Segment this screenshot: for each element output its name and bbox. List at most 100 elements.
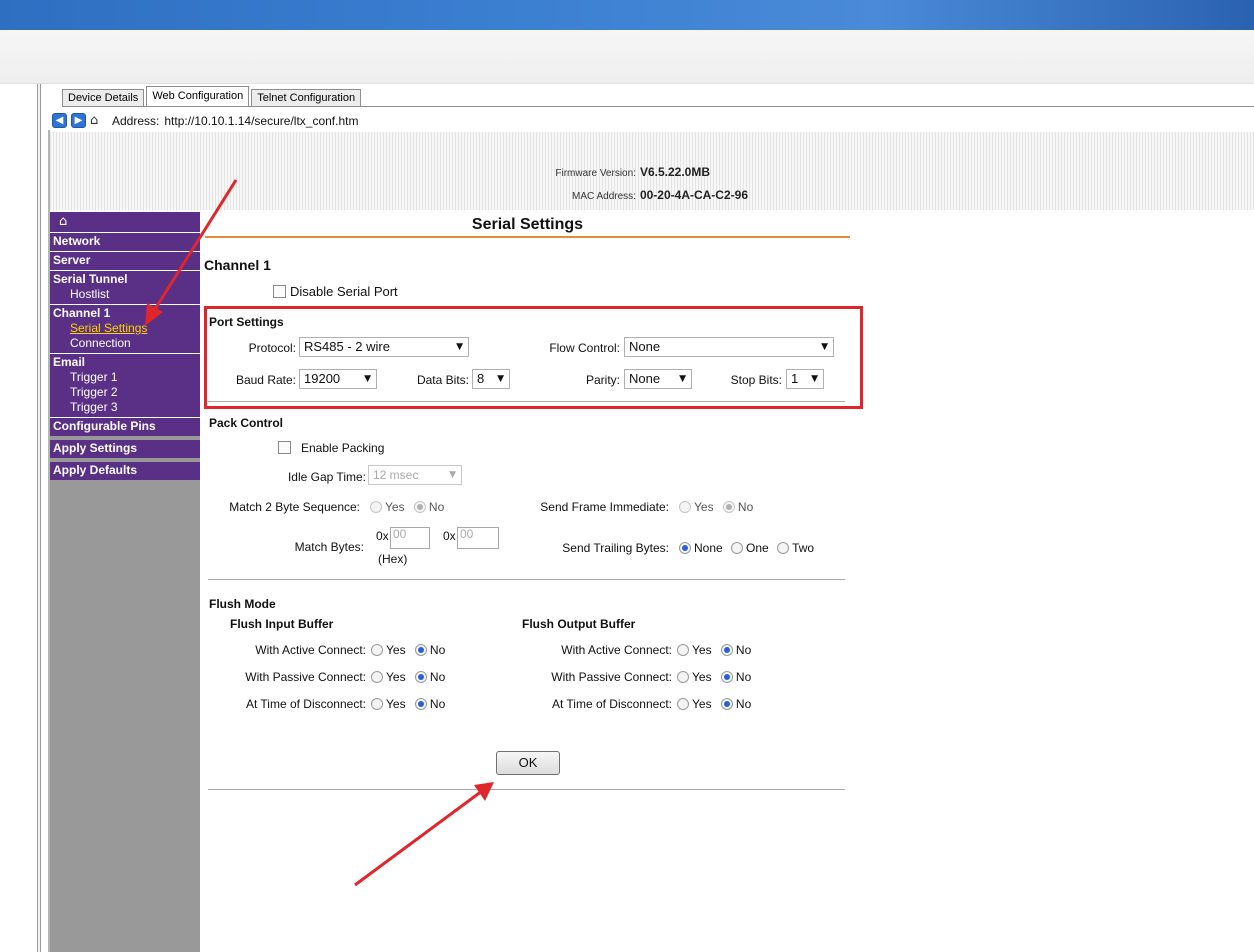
flush-mode-title: Flush Mode bbox=[209, 597, 276, 611]
output-disconnect-no-radio[interactable] bbox=[720, 698, 733, 710]
enable-packing-checkbox[interactable] bbox=[278, 441, 291, 454]
sidebar-item-trigger2[interactable]: Trigger 2 bbox=[50, 385, 200, 400]
enable-packing-label: Enable Packing bbox=[301, 441, 385, 455]
disable-serial-port-checkbox[interactable] bbox=[273, 285, 286, 298]
output-disconnect-label: At Time of Disconnect: bbox=[551, 697, 672, 711]
no-label: No bbox=[429, 697, 446, 711]
input-disconnect-yes-radio[interactable] bbox=[371, 698, 383, 710]
output-active-yes-radio[interactable] bbox=[677, 644, 689, 656]
sidebar-item-trigger3[interactable]: Trigger 3 bbox=[50, 400, 200, 415]
match-bytes-label: Match Bytes: bbox=[294, 540, 364, 554]
firmware-value: V6.5.22.0MB bbox=[639, 165, 710, 179]
firmware-row: Firmware Version: V6.5.22.0MB bbox=[430, 165, 710, 179]
sidebar-item-serial-settings[interactable]: Serial Settings bbox=[50, 321, 200, 336]
match-byte-2-input[interactable]: 00 bbox=[457, 527, 499, 549]
send-trailing-none-radio[interactable] bbox=[679, 542, 691, 554]
sidebar-group-channel1: Channel 1 Serial Settings Connection bbox=[50, 304, 200, 353]
match-byte-1-input[interactable]: 00 bbox=[390, 527, 430, 549]
output-passive-label: With Passive Connect: bbox=[551, 670, 672, 684]
home-icon[interactable]: ⌂ bbox=[90, 113, 106, 129]
send-frame-no-radio[interactable] bbox=[722, 501, 735, 513]
no-label: No bbox=[735, 697, 752, 711]
sidebar-item-server[interactable]: Server bbox=[50, 253, 200, 268]
none-label: None bbox=[694, 541, 723, 555]
mac-label: MAC Address: bbox=[572, 191, 636, 202]
input-passive-no-radio[interactable] bbox=[414, 671, 427, 683]
sidebar-item-trigger1[interactable]: Trigger 1 bbox=[50, 370, 200, 385]
no-label: No bbox=[428, 500, 445, 514]
send-trailing-one-radio[interactable] bbox=[731, 542, 744, 554]
disable-serial-port-label: Disable Serial Port bbox=[290, 284, 398, 299]
tab-baseline bbox=[62, 106, 1254, 107]
input-disconnect-no-radio[interactable] bbox=[414, 698, 427, 710]
sidebar-home-icon[interactable]: ⌂ bbox=[50, 212, 200, 232]
idle-gap-value: 12 msec bbox=[373, 468, 419, 482]
output-active-options: Yes No bbox=[677, 643, 751, 657]
no-label: No bbox=[735, 670, 752, 684]
send-frame-options: Yes No bbox=[679, 500, 753, 514]
hex-note: (Hex) bbox=[378, 552, 408, 566]
input-active-no-radio[interactable] bbox=[414, 644, 427, 656]
yes-label: Yes bbox=[692, 670, 712, 684]
sidebar-item-apply-defaults[interactable]: Apply Defaults bbox=[50, 463, 200, 478]
sidebar-item-network[interactable]: Network bbox=[50, 234, 200, 249]
sidebar-item-apply-settings[interactable]: Apply Settings bbox=[50, 441, 200, 456]
back-arrow-icon[interactable]: ◀ bbox=[52, 113, 67, 128]
input-disconnect-options: Yes No bbox=[371, 697, 445, 711]
sidebar-item-serial-tunnel[interactable]: Serial Tunnel bbox=[50, 272, 200, 287]
no-label: No bbox=[737, 500, 754, 514]
input-active-options: Yes No bbox=[371, 643, 445, 657]
sidebar-group-apply-defaults: Apply Defaults bbox=[50, 462, 200, 480]
no-label: No bbox=[429, 643, 446, 657]
send-trailing-options: None One Two bbox=[679, 541, 814, 555]
output-passive-yes-radio[interactable] bbox=[677, 671, 689, 683]
chevron-down-icon: ▼ bbox=[449, 470, 456, 480]
yes-label: Yes bbox=[386, 670, 406, 684]
forward-arrow-icon[interactable]: ▶ bbox=[71, 113, 86, 128]
tab-telnet-configuration[interactable]: Telnet Configuration bbox=[251, 89, 362, 107]
one-label: One bbox=[746, 541, 769, 555]
disable-serial-port-row: Disable Serial Port bbox=[273, 284, 398, 299]
match-seq-yes-radio[interactable] bbox=[370, 501, 382, 513]
input-passive-options: Yes No bbox=[371, 670, 445, 684]
yes-label: Yes bbox=[694, 500, 714, 514]
hex-prefix-2: 0x bbox=[443, 529, 456, 543]
output-passive-no-radio[interactable] bbox=[720, 671, 733, 683]
tab-bar: Device Details Web Configuration Telnet … bbox=[62, 86, 363, 107]
sidebar-item-hostlist[interactable]: Hostlist bbox=[50, 287, 200, 302]
sidebar-group-network: Network bbox=[50, 232, 200, 251]
channel-title: Channel 1 bbox=[204, 257, 271, 273]
address-bar: ◀ ▶ ⌂ Address: http://10.10.1.14/secure/… bbox=[52, 111, 1254, 130]
input-passive-label: With Passive Connect: bbox=[245, 670, 366, 684]
sidebar-item-connection[interactable]: Connection bbox=[50, 336, 200, 351]
output-passive-options: Yes No bbox=[677, 670, 751, 684]
match-seq-no-radio[interactable] bbox=[413, 501, 426, 513]
output-disconnect-yes-radio[interactable] bbox=[677, 698, 689, 710]
ok-button[interactable]: OK bbox=[496, 751, 560, 775]
hex-prefix-1: 0x bbox=[376, 529, 389, 543]
send-trailing-two-radio[interactable] bbox=[777, 542, 790, 554]
send-frame-yes-radio[interactable] bbox=[679, 501, 691, 513]
yes-label: Yes bbox=[692, 643, 712, 657]
device-header: Firmware Version: V6.5.22.0MB MAC Address… bbox=[50, 132, 1254, 210]
input-passive-yes-radio[interactable] bbox=[371, 671, 383, 683]
divider bbox=[208, 579, 845, 580]
tab-web-configuration[interactable]: Web Configuration bbox=[146, 86, 250, 107]
sidebar-item-channel1[interactable]: Channel 1 bbox=[50, 306, 200, 321]
send-frame-label: Send Frame Immediate: bbox=[540, 500, 669, 514]
no-label: No bbox=[429, 670, 446, 684]
enable-packing-row: Enable Packing bbox=[278, 441, 384, 455]
tab-device-details[interactable]: Device Details bbox=[62, 89, 145, 107]
flush-input-title: Flush Input Buffer bbox=[230, 617, 334, 631]
output-active-label: With Active Connect: bbox=[561, 643, 672, 657]
output-active-no-radio[interactable] bbox=[720, 644, 733, 656]
mac-row: MAC Address: 00-20-4A-CA-C2-96 bbox=[430, 188, 748, 202]
idle-gap-select[interactable]: 12 msec ▼ bbox=[368, 465, 462, 485]
sidebar-item-configurable-pins[interactable]: Configurable Pins bbox=[50, 419, 200, 434]
sidebar: ⌂ Network Server Serial Tunnel Hostlist … bbox=[50, 212, 200, 952]
two-label: Two bbox=[792, 541, 815, 555]
pack-control-title: Pack Control bbox=[209, 416, 284, 430]
sidebar-item-email[interactable]: Email bbox=[50, 355, 200, 370]
address-url[interactable]: http://10.10.1.14/secure/ltx_conf.htm bbox=[164, 114, 358, 128]
input-active-yes-radio[interactable] bbox=[371, 644, 383, 656]
